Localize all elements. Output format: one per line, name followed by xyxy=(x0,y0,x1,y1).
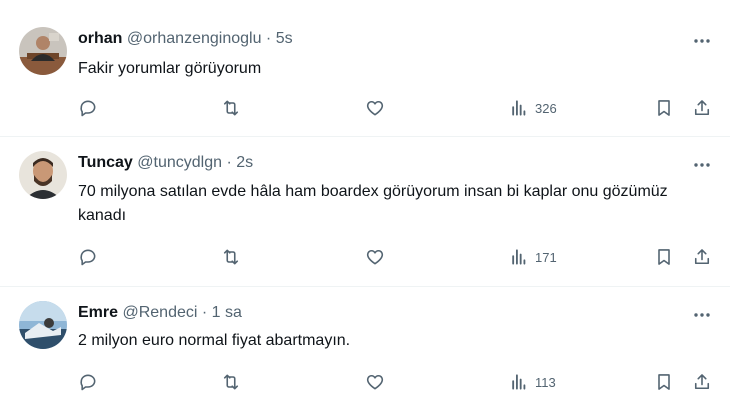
reply-button[interactable] xyxy=(78,244,98,270)
views-icon xyxy=(509,247,529,267)
retweet-button[interactable] xyxy=(221,95,241,121)
more-options-icon[interactable] xyxy=(692,155,712,175)
share-button[interactable] xyxy=(692,95,712,121)
more-options-icon[interactable] xyxy=(692,305,712,325)
retweet-icon xyxy=(221,372,241,392)
timestamp[interactable]: 1 sa xyxy=(212,304,242,321)
reply-feed: orhan @orhanzenginoglu · 5s Fakir yoruml… xyxy=(0,0,730,420)
like-button[interactable] xyxy=(365,244,385,270)
view-count: 326 xyxy=(535,100,557,116)
share-icon xyxy=(692,247,712,267)
tweet-text: Fakir yorumlar görüyorum xyxy=(78,60,262,77)
user-handle[interactable]: @orhanzenginoglu xyxy=(127,30,262,47)
user-handle[interactable]: @tuncydlgn xyxy=(137,154,222,171)
retweet-icon xyxy=(221,98,241,118)
tweet-text: 2 milyon euro normal fiyat abartmayın. xyxy=(78,332,351,349)
separator: · xyxy=(226,154,232,171)
display-name[interactable]: orhan xyxy=(78,30,122,47)
bookmark-button[interactable] xyxy=(654,244,674,270)
separator: · xyxy=(201,304,208,321)
bookmark-icon xyxy=(654,372,674,392)
tweet-emre[interactable]: Emre @Rendeci · 1 sa 2 milyon euro norma… xyxy=(0,287,730,420)
bookmark-icon xyxy=(654,247,674,267)
reply-icon xyxy=(78,98,98,118)
timestamp[interactable]: 5s xyxy=(276,30,293,47)
reply-icon xyxy=(78,247,98,267)
views-icon xyxy=(509,98,529,118)
tweet-orhan[interactable]: orhan @orhanzenginoglu · 5s Fakir yoruml… xyxy=(0,0,730,135)
views-button[interactable]: 113 xyxy=(509,369,556,395)
user-handle[interactable]: @Rendeci xyxy=(122,304,197,321)
avatar[interactable] xyxy=(19,27,67,75)
reply-button[interactable] xyxy=(78,369,98,395)
bookmark-button[interactable] xyxy=(654,95,674,121)
more-options-icon[interactable] xyxy=(692,31,712,51)
retweet-button[interactable] xyxy=(221,369,241,395)
retweet-icon xyxy=(221,247,241,267)
tweet-text: 70 milyona satılan evde hâla ham boardex… xyxy=(78,183,668,224)
views-button[interactable]: 326 xyxy=(509,95,557,121)
like-icon xyxy=(365,247,385,267)
retweet-button[interactable] xyxy=(221,244,241,270)
like-icon xyxy=(365,98,385,118)
share-icon xyxy=(692,372,712,392)
bookmark-icon xyxy=(654,98,674,118)
view-count: 113 xyxy=(535,374,556,390)
avatar[interactable] xyxy=(19,301,67,349)
views-icon xyxy=(509,372,529,392)
separator: · xyxy=(265,30,272,47)
display-name[interactable]: Emre xyxy=(78,304,118,321)
like-button[interactable] xyxy=(365,369,385,395)
like-icon xyxy=(365,372,385,392)
share-button[interactable] xyxy=(692,369,712,395)
reply-button[interactable] xyxy=(78,95,98,121)
tweet-tuncay[interactable]: Tuncay @tuncydlgn · 2s 70 milyona satıla… xyxy=(0,137,730,285)
avatar[interactable] xyxy=(19,151,67,199)
views-button[interactable]: 171 xyxy=(509,244,557,270)
view-count: 171 xyxy=(535,249,557,265)
share-icon xyxy=(692,98,712,118)
share-button[interactable] xyxy=(692,244,712,270)
bookmark-button[interactable] xyxy=(654,369,674,395)
timestamp[interactable]: 2s xyxy=(236,154,253,171)
reply-icon xyxy=(78,372,98,392)
display-name[interactable]: Tuncay xyxy=(78,154,133,171)
like-button[interactable] xyxy=(365,95,385,121)
